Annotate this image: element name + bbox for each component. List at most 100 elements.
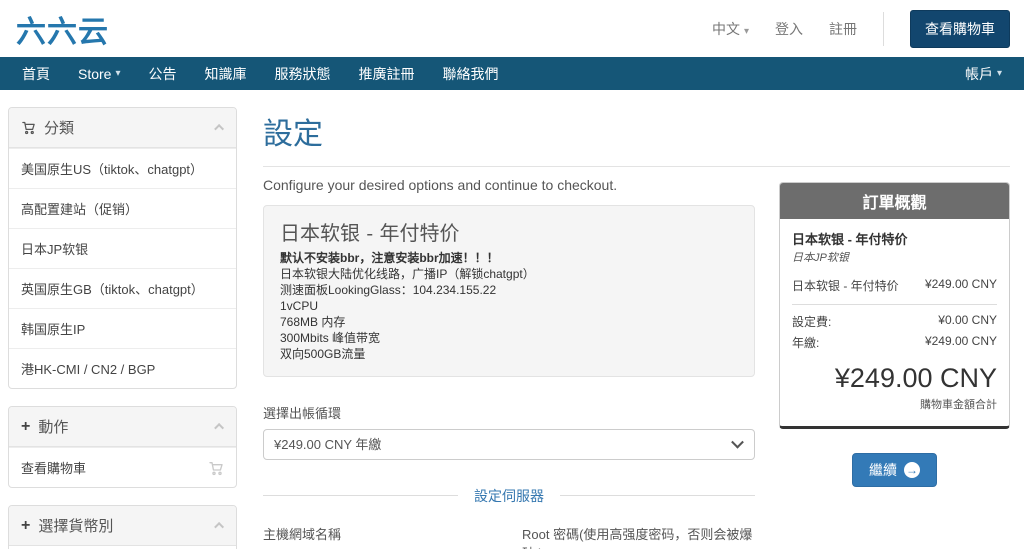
cart-icon	[21, 120, 36, 135]
hostname-field-group: 主機網域名稱	[263, 524, 496, 549]
summary-setup-fee: 設定費: ¥0.00 CNY	[792, 313, 997, 330]
sidebar-item-gb-native[interactable]: 英国原生GB（tiktok、chatgpt）	[9, 268, 236, 308]
nav-item-server-status[interactable]: 服務狀態	[261, 57, 345, 90]
sidebar-item-label: 美国原生US（tiktok、chatgpt）	[21, 162, 204, 177]
continue-label: 繼續	[869, 462, 897, 478]
nav-item-contact[interactable]: 聯絡我們	[429, 57, 513, 90]
cart-icon	[208, 460, 224, 476]
login-link[interactable]: 登入	[775, 19, 803, 39]
chevron-down-icon: ▾	[743, 25, 749, 37]
actions-panel: + 動作 查看購物車	[8, 406, 237, 488]
order-summary-panel: 訂單概觀 日本软银 - 年付特价 日本JP软银 日本软银 - 年付特价 ¥249…	[779, 182, 1010, 429]
currency-panel: + 選擇貨幣別 CNY	[8, 505, 237, 549]
product-desc-line: 768MB 内存	[280, 314, 346, 329]
nav-label: 首頁	[22, 65, 50, 82]
topbar-links: 中文 ▾ 登入 註冊 查看購物車	[712, 9, 1010, 48]
sidebar-item-kr-native[interactable]: 韩国原生IP	[9, 308, 236, 348]
summary-product-group: 日本JP软银	[792, 252, 849, 264]
actions-panel-header[interactable]: + 動作	[9, 407, 236, 447]
summary-divider	[792, 304, 997, 305]
server-settings-form: 主機網域名稱 Root 密碼(使用高强度密码，否则会被爆破!)	[263, 524, 755, 549]
sidebar-item-hk[interactable]: 港HK-CMI / CN2 / BGP	[9, 348, 236, 388]
continue-wrap: 繼續 →	[779, 453, 1010, 487]
product-desc-line: 测速面板LookingGlass：104.234.155.22	[280, 282, 497, 297]
view-cart-button[interactable]: 查看購物車	[910, 9, 1010, 48]
product-info-panel: 日本软银 - 年付特价 默认不安装bbr，注意安装bbr加速！！！ 日本软银大陆…	[263, 205, 755, 377]
site-logo[interactable]: 六六云	[16, 7, 109, 51]
continue-button[interactable]: 繼續 →	[852, 453, 937, 487]
summary-line-item: 日本软银 - 年付特价 ¥249.00 CNY	[792, 277, 997, 294]
product-desc-line: 300Mbits 峰值带宽	[280, 330, 381, 345]
chevron-up-icon	[214, 521, 225, 532]
plus-icon: +	[21, 417, 31, 435]
nav-item-knowledgebase[interactable]: 知識庫	[191, 57, 261, 90]
configure-column: Configure your desired options and conti…	[263, 175, 755, 549]
sidebar: 分類 美国原生US（tiktok、chatgpt） 高配置建站（促销） 日本JP…	[8, 107, 237, 549]
nav-item-affiliates[interactable]: 推廣註冊	[345, 57, 429, 90]
order-summary-title: 訂單概觀	[780, 183, 1009, 219]
nav-item-home[interactable]: 首頁	[8, 57, 64, 90]
nav-item-store[interactable]: Store ▾	[64, 57, 135, 90]
main-area: 設定 Configure your desired options and co…	[263, 107, 1010, 549]
currency-panel-header[interactable]: + 選擇貨幣別	[9, 506, 236, 546]
columns: Configure your desired options and conti…	[263, 175, 1010, 549]
sidebar-item-us-native[interactable]: 美国原生US（tiktok、chatgpt）	[9, 148, 236, 188]
product-name: 日本软银 - 年付特价	[280, 221, 460, 245]
language-menu[interactable]: 中文 ▾	[712, 19, 749, 39]
configure-subtitle: Configure your desired options and conti…	[263, 177, 618, 193]
sidebar-item-jp-softbank[interactable]: 日本JP软银	[9, 228, 236, 268]
page-title: 設定	[263, 118, 323, 151]
currency-panel-title: 選擇貨幣別	[38, 518, 114, 535]
nav-label: 推廣註冊	[358, 65, 415, 82]
sidebar-view-cart[interactable]: 查看購物車	[9, 447, 236, 487]
watermark: 老刘博客-laoliublog.cn	[779, 545, 1010, 549]
sidebar-item-label: 韩国原生IP	[21, 322, 86, 337]
nav-item-announcements[interactable]: 公告	[135, 57, 191, 90]
register-link[interactable]: 註冊	[829, 19, 857, 39]
hostname-label: 主機網域名稱	[263, 526, 342, 542]
nav-label: Store	[78, 65, 112, 82]
nav-label: 知識庫	[204, 65, 247, 82]
chevron-down-icon: ▾	[115, 68, 121, 79]
sidebar-item-highconfig[interactable]: 高配置建站（促销）	[9, 188, 236, 228]
nav-label: 聯絡我們	[442, 65, 499, 82]
arrow-right-circle-icon: →	[904, 462, 920, 478]
categories-panel-header[interactable]: 分類	[9, 108, 236, 148]
summary-line-item-label: 日本软银 - 年付特价	[792, 279, 899, 293]
nav-left: 首頁 Store ▾ 公告 知識庫 服務狀態 推廣註冊 聯絡我們	[8, 57, 513, 90]
product-warning: 默认不安装bbr，注意安装bbr加速！！！	[280, 251, 499, 265]
sidebar-item-label: 港HK-CMI / CN2 / BGP	[21, 362, 156, 377]
language-label: 中文	[711, 20, 740, 37]
root-password-field-group: Root 密碼(使用高强度密码，否则会被爆破!)	[522, 524, 755, 549]
actions-panel-title: 動作	[38, 419, 69, 436]
summary-cycle: 年繳: ¥249.00 CNY	[792, 334, 997, 351]
title-divider	[263, 166, 1010, 167]
product-desc-line: 1vCPU	[280, 298, 319, 313]
chevron-up-icon	[214, 422, 225, 433]
server-settings-title: 設定伺服器	[474, 487, 544, 504]
summary-setup-fee-price: ¥0.00 CNY	[938, 313, 997, 327]
billing-cycle-select[interactable]: ¥249.00 CNY 年繳	[263, 428, 755, 460]
summary-cycle-price: ¥249.00 CNY	[924, 334, 997, 348]
root-password-label: Root 密碼(使用高强度密码，否则会被爆破!)	[522, 526, 753, 549]
account-menu[interactable]: 帳戶 ▾	[951, 57, 1016, 90]
plus-icon: +	[21, 516, 31, 534]
summary-product-name: 日本软银 - 年付特价	[792, 232, 908, 247]
categories-panel-title: 分類	[44, 120, 75, 137]
vertical-divider	[883, 11, 884, 46]
content: 分類 美国原生US（tiktok、chatgpt） 高配置建站（促销） 日本JP…	[0, 90, 1024, 549]
main-navbar: 首頁 Store ▾ 公告 知識庫 服務狀態 推廣註冊 聯絡我們 帳戶 ▾	[0, 57, 1024, 90]
order-summary-body: 日本软银 - 年付特价 日本JP软银 日本软银 - 年付特价 ¥249.00 C…	[780, 219, 1009, 426]
nav-label: 公告	[148, 65, 177, 82]
summary-cycle-label: 年繳:	[792, 336, 820, 350]
sidebar-item-label: 英国原生GB（tiktok、chatgpt）	[21, 282, 204, 297]
chevron-up-icon	[214, 123, 225, 134]
summary-total: ¥249.00 CNY	[834, 363, 997, 393]
product-desc-line: 双向500GB流量	[280, 346, 366, 361]
sidebar-item-label: 日本JP软银	[21, 242, 89, 257]
categories-panel: 分類 美国原生US（tiktok、chatgpt） 高配置建站（促销） 日本JP…	[8, 107, 237, 389]
billing-cycle-select-wrap: ¥249.00 CNY 年繳	[263, 428, 755, 460]
order-summary-column: 訂單概觀 日本软银 - 年付特价 日本JP软银 日本软银 - 年付特价 ¥249…	[779, 175, 1010, 549]
summary-line-item-price: ¥249.00 CNY	[924, 277, 997, 291]
product-desc-line: 日本软银大陆优化线路，广播IP（解锁chatgpt）	[280, 266, 535, 281]
